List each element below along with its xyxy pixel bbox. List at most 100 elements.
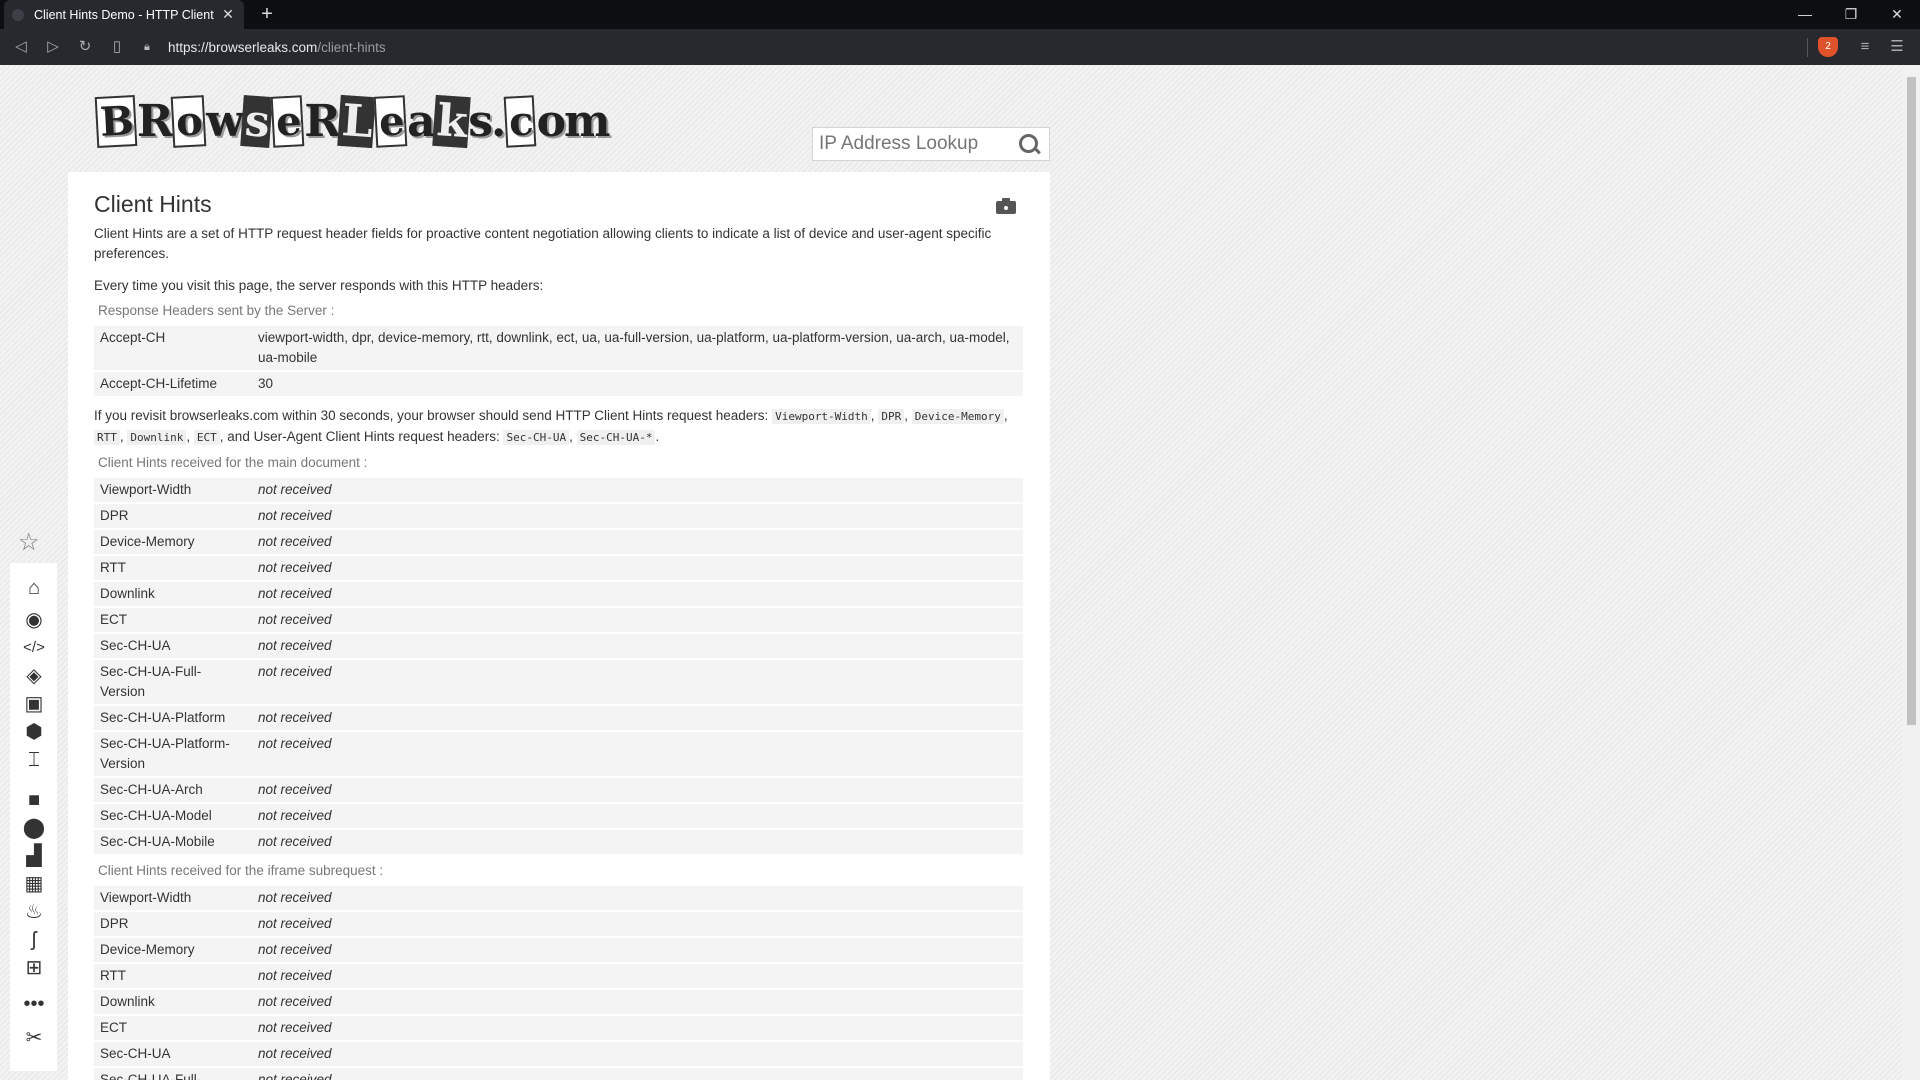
table-row: Downlink not received: [94, 582, 1023, 606]
more-icon[interactable]: •••: [21, 991, 47, 1017]
home-icon[interactable]: ⌂: [21, 575, 47, 601]
address-bar[interactable]: 🔒︎ https://browserleaks.com/client-hints: [144, 34, 1804, 60]
sep: ,: [870, 408, 875, 423]
hint-value: not received: [252, 608, 1023, 632]
main-document-table: Viewport-Width not received DPR not receive…: [94, 476, 1023, 856]
hint-name: Downlink: [94, 990, 252, 1014]
hint-name: Device-Memory: [94, 938, 252, 962]
code-sec-ch-ua-star: Sec-CH-UA-*: [576, 430, 656, 445]
firewall-icon[interactable]: ▦: [21, 871, 47, 897]
windows-icon[interactable]: ⊞: [21, 955, 47, 981]
site-logo[interactable]: BRowseRLeaks.com: [94, 89, 611, 153]
side-nav: ⌂ ◉ </> ◈ ▣ ⬢ ⌶ ■ ⬤ ▟ ▦ ♨ ʃ ⊞ ••• ✂: [10, 563, 57, 1071]
playlist-icon[interactable]: ≡: [1854, 36, 1876, 58]
hint-name: RTT: [94, 556, 252, 580]
logo-part: m: [564, 95, 611, 147]
new-tab-button[interactable]: +: [256, 3, 278, 26]
reload-button[interactable]: ↻: [74, 36, 96, 58]
table-row: ECT not received: [94, 608, 1023, 632]
table-row: Sec-CH-UA-Full-Versionnot received: [94, 1068, 1023, 1080]
brave-shields-icon[interactable]: 2: [1818, 37, 1838, 57]
hint-name: Sec-CH-UA-Platform: [94, 706, 252, 730]
flash-icon[interactable]: ʃ: [21, 927, 47, 953]
table-row: Accept-CH-Lifetime 30: [94, 372, 1023, 396]
hint-name: Viewport-Width: [94, 478, 252, 502]
bookmark-button[interactable]: ▯: [106, 36, 128, 58]
logo-part: R: [136, 95, 174, 147]
sep: ,: [186, 429, 191, 444]
table-row: Viewport-Width not received: [94, 478, 1023, 502]
hint-value: not received: [252, 660, 1023, 704]
back-button[interactable]: ◁: [10, 36, 32, 58]
restore-button[interactable]: ❐: [1828, 0, 1874, 29]
hint-value: not received: [252, 706, 1023, 730]
lock-nav-icon[interactable]: ■: [21, 787, 47, 813]
chart-icon[interactable]: ▟: [21, 843, 47, 869]
hint-value: not received: [252, 1016, 1023, 1040]
browser-tab[interactable]: Client Hints Demo - HTTP Client ✕: [4, 0, 244, 29]
favicon-icon: [12, 8, 24, 21]
hint-value: not received: [252, 556, 1023, 580]
image-icon[interactable]: ▣: [21, 691, 47, 717]
toolbar-divider: [1807, 38, 1808, 57]
search-icon[interactable]: [1017, 132, 1041, 156]
code-icon[interactable]: </>: [21, 635, 47, 661]
iframe-table: Viewport-Width not received DPR not receive…: [94, 884, 1023, 1080]
tools-icon[interactable]: ✂: [21, 1025, 47, 1051]
menu-icon[interactable]: ☰: [1886, 36, 1908, 58]
broadcast-icon[interactable]: ◉: [21, 607, 47, 633]
revisit-text-part: If you revisit browserleaks.com within 3…: [94, 408, 769, 423]
hint-name: Sec-CH-UA: [94, 634, 252, 658]
page-viewport: BRowseRLeaks.com ☆ ⌂ ◉ </> ◈ ▣ ⬢ ⌶ ■ ⬤ ▟…: [0, 65, 1920, 1080]
title-bar: Client Hints Demo - HTTP Client ✕ + — ❐ …: [0, 0, 1920, 29]
browser-toolbar: ◁ ▷ ↻ ▯ 🔒︎ https://browserleaks.com/clie…: [0, 29, 1920, 65]
header-name: Accept-CH-Lifetime: [94, 372, 252, 396]
window-close-button[interactable]: ✕: [1874, 0, 1920, 29]
logo-part: L: [337, 94, 376, 148]
table-row: Sec-CH-UA-Arch not received: [94, 778, 1023, 802]
table-row: Sec-CH-UA-Model not received: [94, 804, 1023, 828]
ip-lookup-input[interactable]: [813, 129, 1013, 159]
code-rtt: RTT: [94, 430, 120, 445]
hint-name: Sec-CH-UA-Mobile: [94, 830, 252, 854]
forward-button[interactable]: ▷: [42, 36, 64, 58]
url-path: /client-hints: [317, 39, 386, 55]
hint-name: Sec-CH-UA-Full-Version: [94, 1068, 252, 1080]
table-row: Device-Memory not received: [94, 530, 1023, 554]
table-row: RTT not received: [94, 556, 1023, 580]
header-value: 30: [252, 372, 1023, 396]
close-tab-icon[interactable]: ✕: [220, 6, 236, 23]
table-row: Accept-CH viewport-width, dpr, device-me…: [94, 326, 1023, 370]
logo-part: o: [171, 94, 207, 148]
hint-name: Downlink: [94, 582, 252, 606]
location-icon[interactable]: ⬤: [21, 815, 47, 841]
logo-part: s: [468, 95, 493, 147]
revisit-text: If you revisit browserleaks.com within 3…: [94, 406, 1024, 448]
camera-icon[interactable]: ◈: [21, 663, 47, 689]
hint-value: not received: [252, 1068, 1023, 1080]
table-row: DPR not received: [94, 912, 1023, 936]
pin-icon[interactable]: ☆: [18, 528, 40, 557]
logo-part: o: [536, 95, 566, 147]
hint-value: not received: [252, 1042, 1023, 1066]
scrollbar[interactable]: [1903, 65, 1920, 1080]
cube-icon[interactable]: ⬢: [21, 719, 47, 745]
camera-lens: [1002, 204, 1010, 212]
minimize-button[interactable]: —: [1782, 0, 1828, 29]
logo-part: k: [431, 94, 470, 148]
logo-part: w: [206, 95, 244, 147]
screenshot-camera-icon[interactable]: [996, 198, 1016, 214]
hint-value: not received: [252, 886, 1023, 910]
scrollbar-thumb[interactable]: [1907, 77, 1916, 725]
text-cursor-icon[interactable]: ⌶: [21, 747, 47, 773]
hint-name: DPR: [94, 912, 252, 936]
hint-name: ECT: [94, 608, 252, 632]
header-name: Accept-CH: [94, 326, 252, 370]
java-icon[interactable]: ♨: [21, 899, 47, 925]
hint-value: not received: [252, 732, 1023, 776]
logo-part: .: [490, 95, 506, 147]
hint-name: DPR: [94, 504, 252, 528]
code-viewport-width: Viewport-Width: [772, 409, 871, 424]
table-row: Sec-CH-UA-Mobile not received: [94, 830, 1023, 854]
table-row: DPR not received: [94, 504, 1023, 528]
